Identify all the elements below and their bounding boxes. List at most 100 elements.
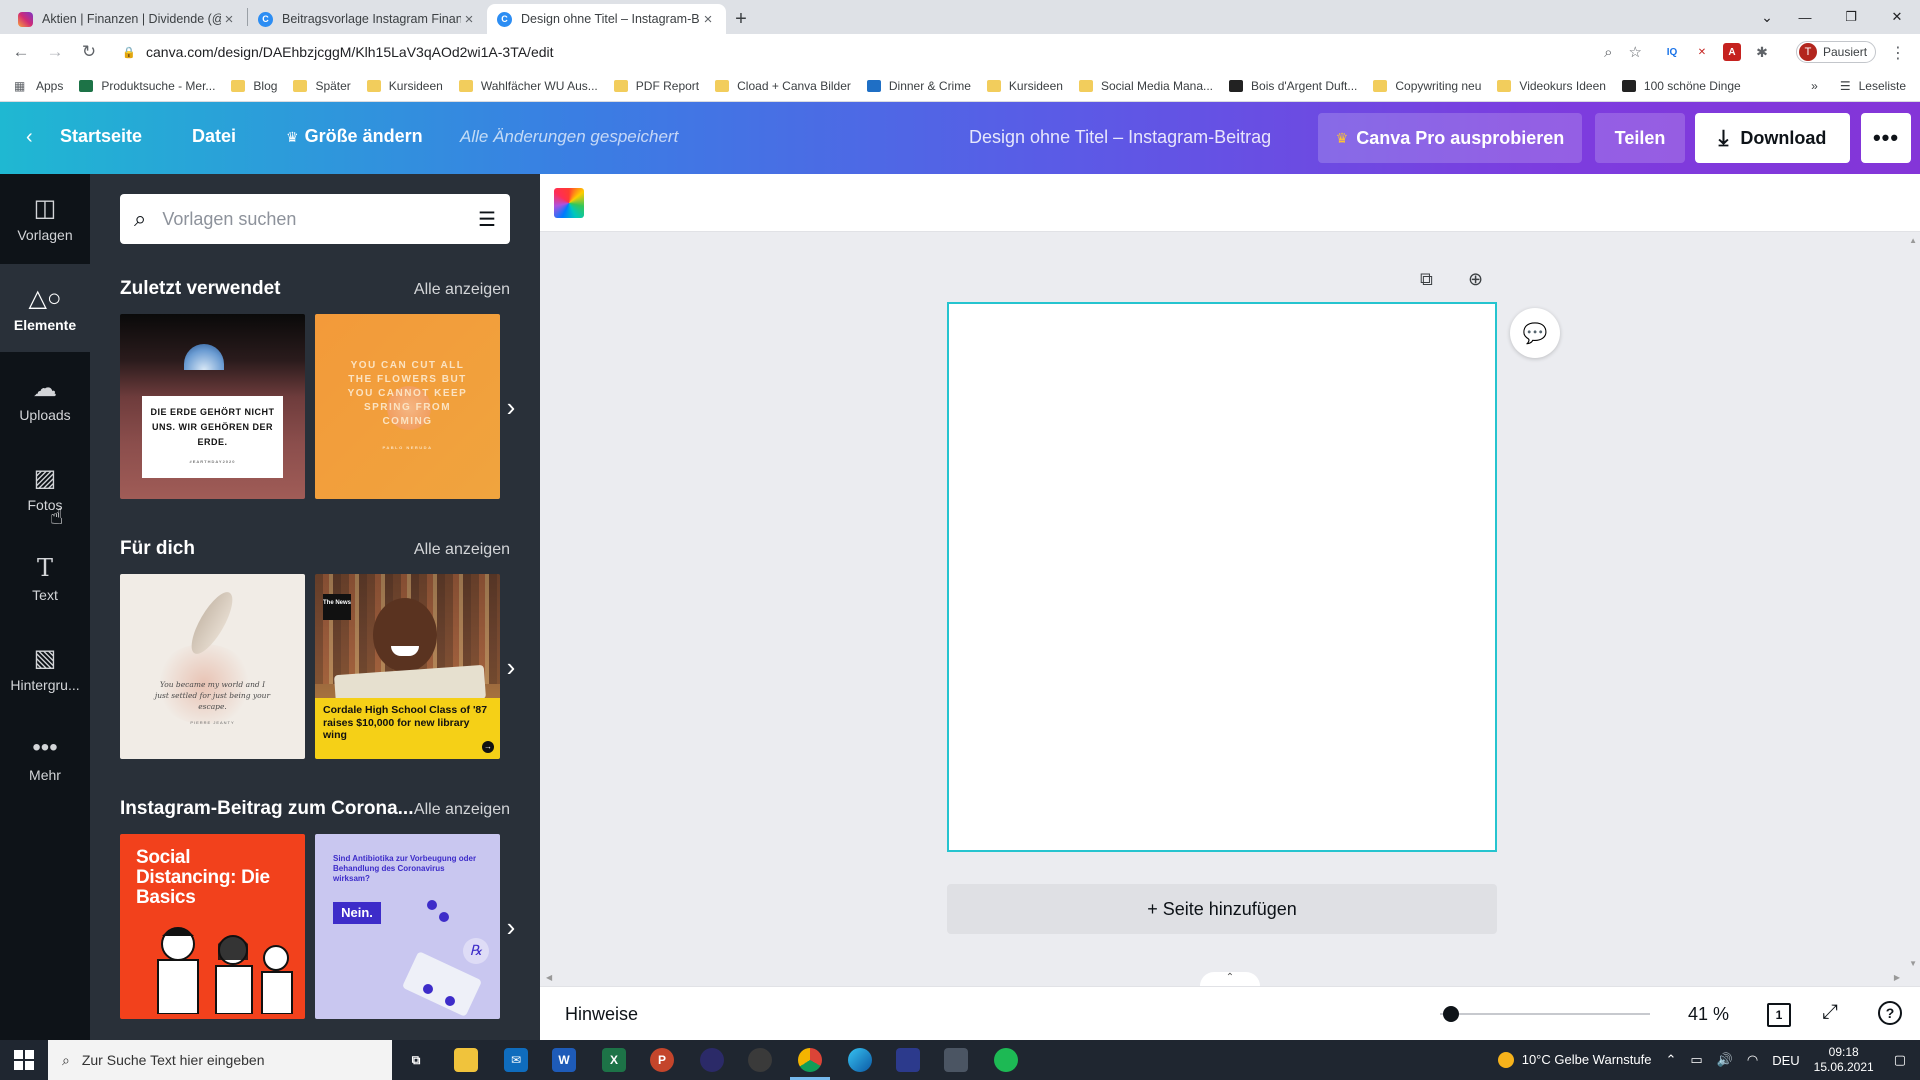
close-tab-icon[interactable]: × [461, 11, 477, 28]
taskbar-search-input[interactable]: ⌕ Zur Suche Text hier eingeben [48, 1040, 392, 1080]
zoom-icon[interactable]: ⌕ [1604, 44, 1612, 61]
forward-icon[interactable]: → [42, 42, 68, 62]
app-icon[interactable] [944, 1048, 968, 1072]
chevron-right-icon[interactable]: › [501, 652, 521, 683]
wifi-icon[interactable]: ◠ [1747, 1052, 1758, 1068]
bookmark-star-icon[interactable]: ☆ [1629, 43, 1642, 61]
weather-widget[interactable]: 10°C Gelbe Warnstufe [1497, 1052, 1651, 1069]
bookmark-item[interactable]: 100 schöne Dinge [1621, 79, 1741, 93]
reload-icon[interactable]: ↻ [76, 42, 102, 62]
excel-icon[interactable]: X [602, 1048, 626, 1072]
clock[interactable]: 09:18 15.06.2021 [1814, 1045, 1874, 1075]
try-canva-pro-button[interactable]: ♛ Canva Pro ausprobieren [1318, 113, 1582, 163]
more-options-button[interactable]: ••• [1861, 113, 1911, 163]
bookmark-item[interactable]: Bois d'Argent Duft... [1229, 79, 1357, 93]
share-button[interactable]: Teilen [1595, 113, 1685, 163]
scroll-up-icon[interactable]: ▲ [1909, 236, 1917, 245]
chevron-up-icon[interactable]: ⌃ [1665, 1052, 1676, 1068]
zoom-slider-handle[interactable] [1442, 1006, 1459, 1022]
bookmark-item[interactable]: Kursideen [366, 79, 443, 93]
obs-icon[interactable] [748, 1048, 772, 1072]
bookmark-item[interactable]: Cload + Canva Bilder [715, 79, 851, 93]
new-tab-button[interactable]: + [726, 4, 756, 34]
restore-icon[interactable]: ❐ [1828, 9, 1874, 25]
app-icon[interactable] [896, 1048, 920, 1072]
chevron-up-icon[interactable]: ⌃ [1200, 972, 1260, 986]
notes-button[interactable]: Hinweise [565, 1004, 638, 1025]
see-all-link[interactable]: Alle anzeigen [414, 541, 510, 559]
add-page-icon[interactable]: ⊕ [1468, 269, 1483, 293]
notification-icon[interactable]: ▢ [1894, 1052, 1906, 1068]
add-page-button[interactable]: + Seite hinzufügen [947, 884, 1497, 934]
minimize-icon[interactable]: — [1782, 10, 1828, 25]
tab-search-icon[interactable]: ⌄ [1752, 9, 1782, 26]
adblock-extension-icon[interactable]: A [1723, 43, 1741, 61]
nav-templates[interactable]: ◫ Vorlagen [0, 174, 90, 262]
file-explorer-icon[interactable] [454, 1048, 478, 1072]
chevron-left-icon[interactable]: ‹ [26, 126, 33, 149]
scroll-down-icon[interactable]: ▼ [1909, 959, 1917, 968]
more-bookmarks-icon[interactable]: » [1811, 79, 1818, 93]
network-icon[interactable]: ▭ [1690, 1052, 1702, 1068]
url-field[interactable]: 🔒 canva.com/design/DAEhbzjcggM/Klh15LaV3… [112, 37, 1652, 67]
design-canvas[interactable] [947, 302, 1497, 852]
nav-photos[interactable]: ▨ Fotos [0, 444, 90, 532]
template-thumbnail[interactable]: DIE ERDE GEHÖRT NICHT UNS. WIR GEHÖREN D… [120, 314, 305, 499]
add-comment-icon[interactable]: 💬 [1510, 308, 1560, 358]
close-tab-icon[interactable]: × [700, 11, 716, 28]
design-title[interactable]: Design ohne Titel – Instagram-Beitrag [969, 127, 1271, 148]
file-menu[interactable]: Datei [192, 126, 236, 147]
back-icon[interactable]: ← [8, 42, 34, 62]
template-thumbnail[interactable]: You became my world and I just settled f… [120, 574, 305, 759]
reading-list-button[interactable]: ☰ Leseliste [1840, 79, 1906, 93]
powerpoint-icon[interactable]: P [650, 1048, 674, 1072]
vertical-scrollbar[interactable]: ▲ ▼ [1906, 232, 1920, 986]
zoom-level[interactable]: 41 % [1688, 1004, 1729, 1025]
nav-text[interactable]: T Text [0, 534, 90, 622]
duplicate-page-icon[interactable]: ⧉ [1420, 269, 1433, 293]
browser-tab-active[interactable]: C Design ohne Titel – Instagram-Be × [487, 4, 726, 34]
template-thumbnail[interactable]: YOU CAN CUT ALL THE FLOWERS BUT YOU CANN… [315, 314, 500, 499]
template-search-input[interactable]: ⌕ Vorlagen suchen ☰ [120, 194, 510, 244]
bookmark-item[interactable]: Copywriting neu [1373, 79, 1481, 93]
bookmark-item[interactable]: Wahlfächer WU Aus... [458, 79, 598, 93]
bookmark-item[interactable]: Kursideen [986, 79, 1063, 93]
download-button[interactable]: ⤓ Download [1695, 113, 1850, 163]
chevron-right-icon[interactable]: › [501, 912, 521, 943]
filter-icon[interactable]: ☰ [478, 207, 496, 232]
volume-icon[interactable]: 🔊 [1717, 1052, 1733, 1068]
nav-more[interactable]: ••• Mehr [0, 714, 90, 802]
see-all-link[interactable]: Alle anzeigen [414, 281, 510, 299]
word-icon[interactable]: W [552, 1048, 576, 1072]
fullscreen-icon[interactable]: ⤢ [1822, 1001, 1838, 1024]
task-view-icon[interactable]: ⧉ [404, 1048, 428, 1072]
bookmark-item[interactable]: PDF Report [613, 79, 699, 93]
bookmark-apps[interactable]: ▦ Apps [14, 79, 63, 93]
bookmark-item[interactable]: Videokurs Ideen [1497, 79, 1606, 93]
page-count-button[interactable]: 1 [1767, 1003, 1791, 1027]
bookmark-item[interactable]: Social Media Mana... [1078, 79, 1213, 93]
keyboard-language[interactable]: DEU [1772, 1053, 1799, 1068]
windows-start-icon[interactable] [14, 1050, 34, 1070]
bookmark-item[interactable]: Dinner & Crime [866, 79, 971, 93]
iq-extension-icon[interactable]: IQ [1663, 43, 1681, 61]
nav-uploads[interactable]: ☁ Uploads [0, 354, 90, 442]
template-thumbnail[interactable]: Sind Antibiotika zur Vorbeugung oder Beh… [315, 834, 500, 1019]
close-window-icon[interactable]: ✕ [1874, 9, 1920, 25]
browser-menu-icon[interactable]: ⋮ [1890, 43, 1906, 63]
blocker-extension-icon[interactable]: ✕ [1693, 43, 1711, 61]
template-thumbnail[interactable]: Social Distancing: Die Basics [120, 834, 305, 1019]
mail-icon[interactable]: ✉ [504, 1048, 528, 1072]
browser-tab[interactable]: C Beitragsvorlage Instagram Finanz × [248, 4, 487, 34]
resize-button[interactable]: ♛ Größe ändern [286, 126, 423, 147]
see-all-link[interactable]: Alle anzeigen [414, 801, 510, 819]
browser-tab[interactable]: Aktien | Finanzen | Dividende (@ × [8, 4, 247, 34]
profile-button[interactable]: T Pausiert [1796, 41, 1877, 63]
background-color-icon[interactable] [554, 188, 584, 218]
template-thumbnail[interactable]: The News Cordale High School Class of '8… [315, 574, 500, 759]
chrome-icon[interactable] [798, 1048, 822, 1072]
close-tab-icon[interactable]: × [221, 11, 237, 28]
bookmark-item[interactable]: Blog [231, 79, 277, 93]
spotify-icon[interactable] [994, 1048, 1018, 1072]
edge-icon[interactable] [848, 1048, 872, 1072]
